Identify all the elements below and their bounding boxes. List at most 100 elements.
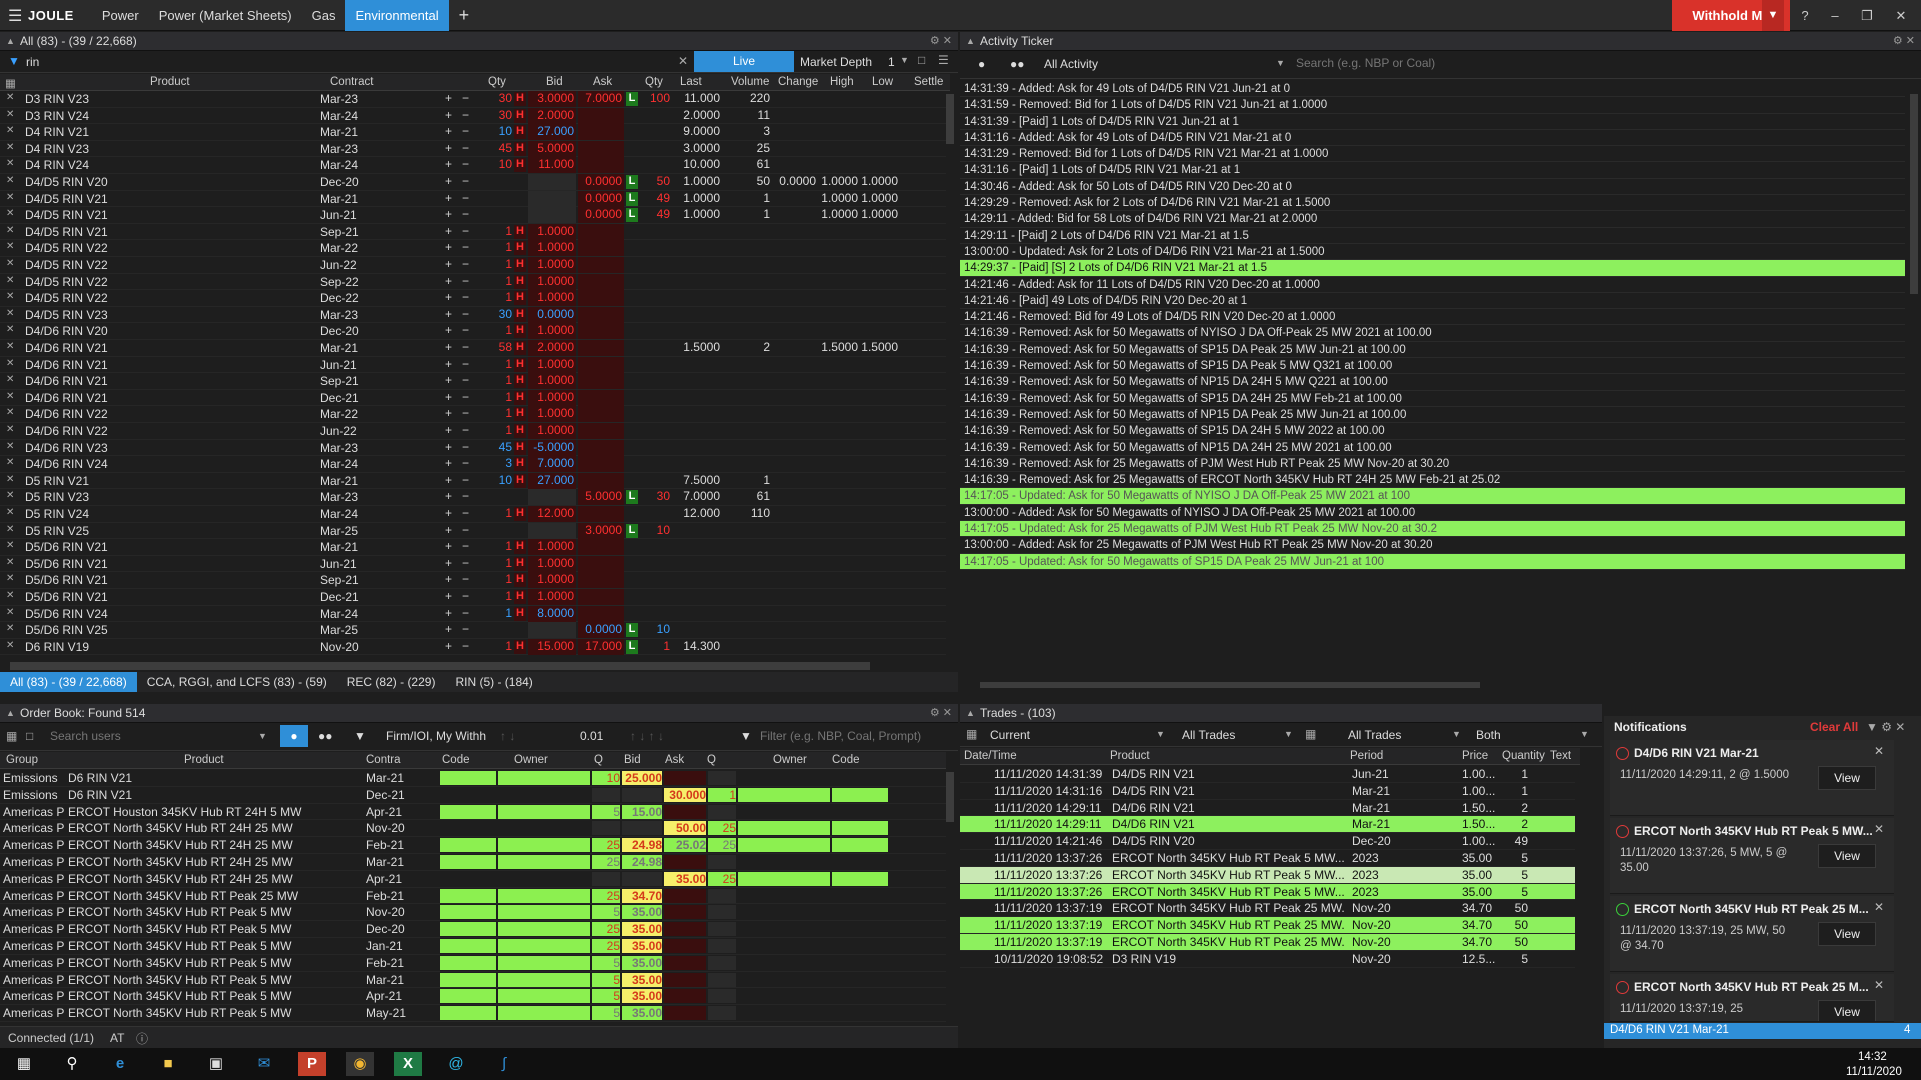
bid-qty-cell[interactable]: 10 [478,124,512,140]
plus-icon[interactable]: + [445,224,452,238]
order-book-scrollbar[interactable] [946,772,954,822]
bid-qty-cell[interactable] [478,174,512,190]
chat-icon[interactable]: □ [918,53,925,67]
bid-qty-cell[interactable]: 10 [592,771,620,785]
live-button[interactable]: Live [694,51,794,72]
order-row[interactable]: Americas Pi ERCOT North 345KV Hub RT Peak… [0,904,946,922]
dismiss-icon[interactable]: ✕ [1874,744,1884,758]
minus-icon[interactable]: − [462,489,469,503]
ticker-row[interactable]: 14:17:05 - Updated: Ask for 25 Megawatts… [960,521,1905,538]
minus-icon[interactable]: − [462,340,469,354]
notification-card[interactable]: ERCOT North 345KV Hub RT Peak 5 MW... ✕ 11… [1610,818,1894,894]
remove-row-icon[interactable]: ✕ [6,109,14,120]
market-row[interactable]: ✕ D5/D6 RIN V25 Mar-25 + − 0.0000 L 10 [0,622,946,639]
ask-qty-cell[interactable] [708,905,736,920]
hit-button[interactable]: H [514,141,526,156]
plus-icon[interactable]: + [445,207,452,221]
minus-icon[interactable]: − [462,290,469,304]
ask-price-cell[interactable]: 5.0000 [578,489,624,506]
ticker-row[interactable]: 14:17:05 - Updated: Ask for 50 Megawatts… [960,553,1905,570]
lift-button[interactable]: L [626,623,638,638]
bid-price-cell[interactable]: 5.0000 [528,140,576,157]
hit-button[interactable]: H [514,291,526,306]
market-row[interactable]: ✕ D4/D5 RIN V22 Mar-22 + −1 H 1.0000 [0,240,946,257]
bid-price-cell[interactable]: 1.0000 [528,572,576,589]
order-row[interactable]: Americas Pi ERCOT North 345KV Hub RT Peak… [0,988,946,1006]
ask-price-cell[interactable] [664,922,706,937]
trades-col-header[interactable]: Product [1110,750,1150,762]
bid-price-cell[interactable]: 1.0000 [528,373,576,390]
ticker-row[interactable]: 13:00:00 - Updated: Ask for 2 Lots of D4… [960,244,1905,261]
bid-qty-cell[interactable]: 1 [478,406,512,422]
dismiss-icon[interactable]: ✕ [1874,900,1884,914]
bid-qty-cell[interactable]: 1 [478,423,512,439]
ask-price-cell[interactable]: 0.0000 [578,190,624,207]
lift-button[interactable]: L [626,490,638,505]
ticker-row[interactable]: 14:31:39 - [Paid] 1 Lots of D4/D5 RIN V2… [960,114,1905,130]
minimize-icon[interactable]: – [1820,0,1850,31]
ask-qty-cell[interactable]: 25 [708,821,736,836]
minus-icon[interactable]: − [462,606,469,620]
plus-icon[interactable]: + [445,506,452,520]
ask-price-cell[interactable] [578,257,624,273]
ticker-row[interactable]: 14:21:46 - [Paid] 49 Lots of D4/D5 RIN V… [960,293,1905,310]
bid-price-cell[interactable]: 1.0000 [528,257,576,273]
remove-row-icon[interactable]: ✕ [6,474,14,485]
info-icon[interactable]: ⓘ [136,1030,148,1047]
hit-button[interactable]: H [514,241,526,256]
ask-price-cell[interactable] [578,240,624,257]
market-row[interactable]: ✕ D5 RIN V21 Mar-21 + −10 H 27.000 7.5000 1 [0,472,946,490]
minus-icon[interactable]: − [462,456,469,470]
ticker-row[interactable]: 14:16:39 - Removed: Ask for 50 Megawatts… [960,423,1905,440]
arrow-controls-icon[interactable]: ↑ ↓ [500,729,515,743]
remove-row-icon[interactable]: ✕ [6,623,14,634]
grid-select-icon[interactable]: ▦ [5,76,16,90]
ask-price-cell[interactable] [578,589,624,605]
ask-price-cell[interactable] [664,888,706,903]
order-row[interactable]: Americas Pi ERCOT North 345KV Hub RT Peak… [0,1005,946,1022]
ask-qty-cell[interactable]: 49 [640,191,670,205]
market-bottom-tab[interactable]: All (83) - (39 / 22,668) [0,672,137,692]
remove-row-icon[interactable]: ✕ [6,540,14,551]
market-row[interactable]: ✕ D4/D5 RIN V23 Mar-23 + −30 H 0.0000 [0,306,946,324]
minus-icon[interactable]: − [462,357,469,371]
hit-button[interactable]: H [514,390,526,405]
ask-qty-cell[interactable] [708,989,736,1004]
plus-icon[interactable]: + [445,523,452,537]
bid-price-cell[interactable]: 1.0000 [528,240,576,257]
market-row[interactable]: ✕ D4/D6 RIN V21 Dec-21 + −1 H 1.0000 [0,389,946,407]
bid-qty-cell[interactable]: 45 [478,141,512,157]
calendar-icon[interactable]: ▦ [1305,727,1316,741]
plus-icon[interactable]: + [445,489,452,503]
plus-icon[interactable]: + [445,639,452,653]
bid-qty-cell[interactable]: 5 [592,1006,620,1021]
collapse-icon[interactable]: ▲ [966,704,975,723]
trades-col-header[interactable]: Date/Time [964,750,1017,762]
lift-button[interactable]: L [626,92,638,106]
ask-price-cell[interactable] [664,1006,706,1021]
ask-price-cell[interactable] [578,223,624,240]
minus-icon[interactable]: − [462,390,469,404]
bid-price-cell[interactable]: 11.000 [528,157,576,174]
order-row[interactable]: Americas Pi ERCOT North 345KV Hub RT Peak… [0,955,946,972]
ticker-row[interactable]: 14:31:39 - Added: Ask for 49 Lots of D4/… [960,81,1905,98]
ticker-row[interactable]: 14:16:39 - Removed: Ask for 25 Megawatts… [960,472,1905,489]
ask-qty-cell[interactable] [708,888,736,903]
ask-qty-cell[interactable] [708,1006,736,1021]
view-button[interactable]: View [1818,1000,1876,1021]
bid-price-cell[interactable]: 35.00 [622,972,662,987]
minus-icon[interactable]: − [462,423,469,437]
bid-price-cell[interactable]: 25.000 [622,771,662,785]
ticker-row[interactable]: 14:16:39 - Removed: Ask for 50 Megawatts… [960,342,1905,359]
hit-button[interactable]: H [514,639,526,654]
bid-price-cell[interactable]: 27.000 [528,124,576,141]
ask-qty-cell[interactable]: 25 [708,871,736,886]
ask-qty-cell[interactable] [708,972,736,987]
bid-price-cell[interactable] [622,821,662,836]
bid-qty-cell[interactable]: 5 [592,905,620,920]
bid-qty-cell[interactable]: 25 [592,922,620,937]
plus-icon[interactable]: + [445,456,452,470]
ticker-row[interactable]: 14:31:59 - Removed: Bid for 1 Lots of D4… [960,97,1905,114]
ask-qty-cell[interactable]: 100 [640,91,670,105]
trade-row[interactable]: 11/11/2020 13:37:19 ERCOT North 345KV Hub… [960,917,1575,934]
